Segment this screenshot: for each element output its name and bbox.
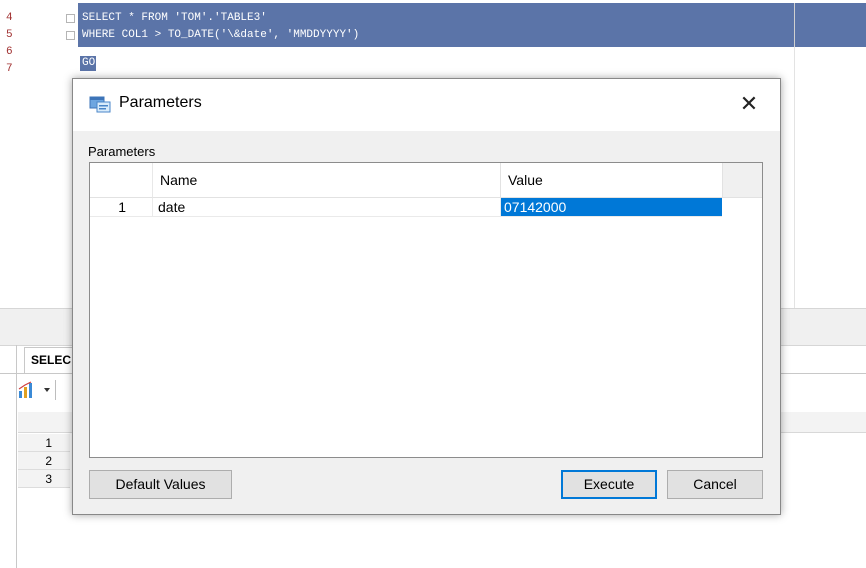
results-tab-label: SELEC	[31, 353, 72, 367]
results-toolbar	[16, 378, 76, 402]
chart-icon[interactable]	[18, 380, 58, 400]
results-row-number[interactable]: 2	[18, 452, 70, 470]
code-line: WHERE COL1 > TO_DATE('\&date', 'MMDDYYYY…	[82, 29, 360, 41]
line-number: 5	[6, 29, 13, 41]
parameters-dialog: Parameters ✕ Parameters Name Value 1 dat…	[72, 78, 781, 515]
line-number-gutter: 4 5 6 7	[0, 0, 64, 310]
code-line: GO	[82, 57, 96, 69]
fold-marker-icon[interactable]	[66, 31, 75, 40]
parameters-group-label: Parameters	[88, 144, 156, 159]
code-line: SELECT * FROM 'TOM'.'TABLE3'	[82, 12, 267, 24]
line-number: 4	[6, 12, 13, 24]
fold-marker-icon[interactable]	[66, 14, 75, 23]
table-corner-header	[90, 163, 152, 198]
dialog-titlebar[interactable]: Parameters ✕	[73, 79, 780, 131]
column-header-name[interactable]: Name	[152, 163, 500, 198]
line-number: 7	[6, 63, 13, 75]
results-row-number[interactable]: 3	[18, 470, 70, 488]
close-icon[interactable]: ✕	[735, 91, 763, 117]
parameter-name-cell[interactable]: date	[152, 198, 500, 217]
parameters-table[interactable]: Name Value 1 date 07142000	[89, 162, 763, 458]
editor-margin-line	[794, 47, 795, 310]
parameters-icon	[89, 96, 111, 113]
column-header-value[interactable]: Value	[500, 163, 722, 198]
cancel-button[interactable]: Cancel	[667, 470, 763, 499]
default-values-button[interactable]: Default Values	[89, 470, 232, 499]
execute-button[interactable]: Execute	[561, 470, 657, 499]
line-number: 6	[6, 46, 13, 58]
dialog-title: Parameters	[119, 94, 202, 111]
parameter-value-cell[interactable]: 07142000	[500, 198, 722, 217]
column-header-filler	[722, 163, 762, 198]
results-row-number[interactable]: 1	[18, 434, 70, 452]
code-selection-overflow	[794, 3, 866, 47]
row-number[interactable]: 1	[90, 198, 152, 217]
